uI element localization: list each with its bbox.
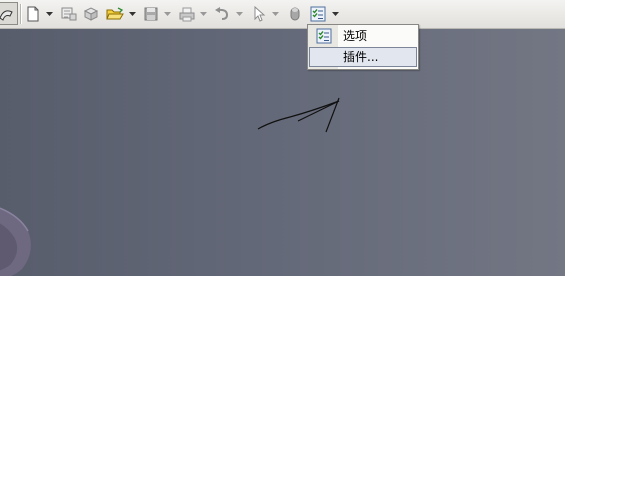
dropdown-arrow-icon <box>332 12 339 16</box>
rebuild-button[interactable] <box>0 2 18 25</box>
dropdown-arrow-icon <box>46 12 53 16</box>
options-button[interactable] <box>307 4 329 24</box>
menu-item-add-ins[interactable]: 插件... <box>309 47 417 67</box>
dropdown-arrow-icon <box>164 12 171 16</box>
make-assembly-button[interactable] <box>81 4 103 24</box>
make-drawing-button[interactable] <box>58 4 80 24</box>
dropdown-arrow-icon <box>272 12 279 16</box>
save-icon <box>144 7 158 21</box>
annotation-arrow <box>257 97 340 133</box>
menu-item-options[interactable]: 选项 <box>309 26 417 46</box>
rebuild-model-button[interactable] <box>284 4 306 24</box>
open-dropdown[interactable] <box>129 11 136 17</box>
menu-item-label: 选项 <box>343 29 368 43</box>
dropdown-arrow-icon <box>129 12 136 16</box>
dropdown-arrow-icon <box>200 12 207 16</box>
save-dropdown[interactable] <box>164 11 171 17</box>
menu-item-label: 插件... <box>343 50 379 64</box>
new-document-icon <box>27 6 39 22</box>
dropdown-arrow-icon <box>236 12 243 16</box>
print-button[interactable] <box>176 4 198 24</box>
make-drawing-icon <box>61 7 77 21</box>
new-document-dropdown[interactable] <box>46 11 53 17</box>
select-pointer-icon <box>254 6 266 22</box>
select-button[interactable] <box>248 4 270 24</box>
options-icon <box>310 6 326 22</box>
undo-dropdown[interactable] <box>236 11 243 17</box>
standard-toolbar <box>0 0 565 29</box>
open-folder-icon <box>106 7 124 20</box>
make-assembly-icon <box>83 7 99 21</box>
solidworks-window: 选项 插件... <box>0 0 565 276</box>
options-dropdown[interactable] <box>332 11 339 17</box>
cylinder-icon <box>290 7 300 21</box>
graphics-area[interactable] <box>0 29 565 276</box>
rebuild-icon <box>0 10 13 21</box>
model-part-shape <box>0 207 31 276</box>
select-dropdown[interactable] <box>272 11 279 17</box>
options-dropdown-menu: 选项 插件... <box>307 24 419 70</box>
print-dropdown[interactable] <box>200 11 207 17</box>
undo-button[interactable] <box>211 4 233 24</box>
undo-icon <box>215 7 229 20</box>
new-document-button[interactable] <box>22 4 44 24</box>
options-checklist-icon <box>316 28 332 44</box>
open-button[interactable] <box>104 4 126 24</box>
save-button[interactable] <box>140 4 162 24</box>
print-icon <box>179 7 195 22</box>
